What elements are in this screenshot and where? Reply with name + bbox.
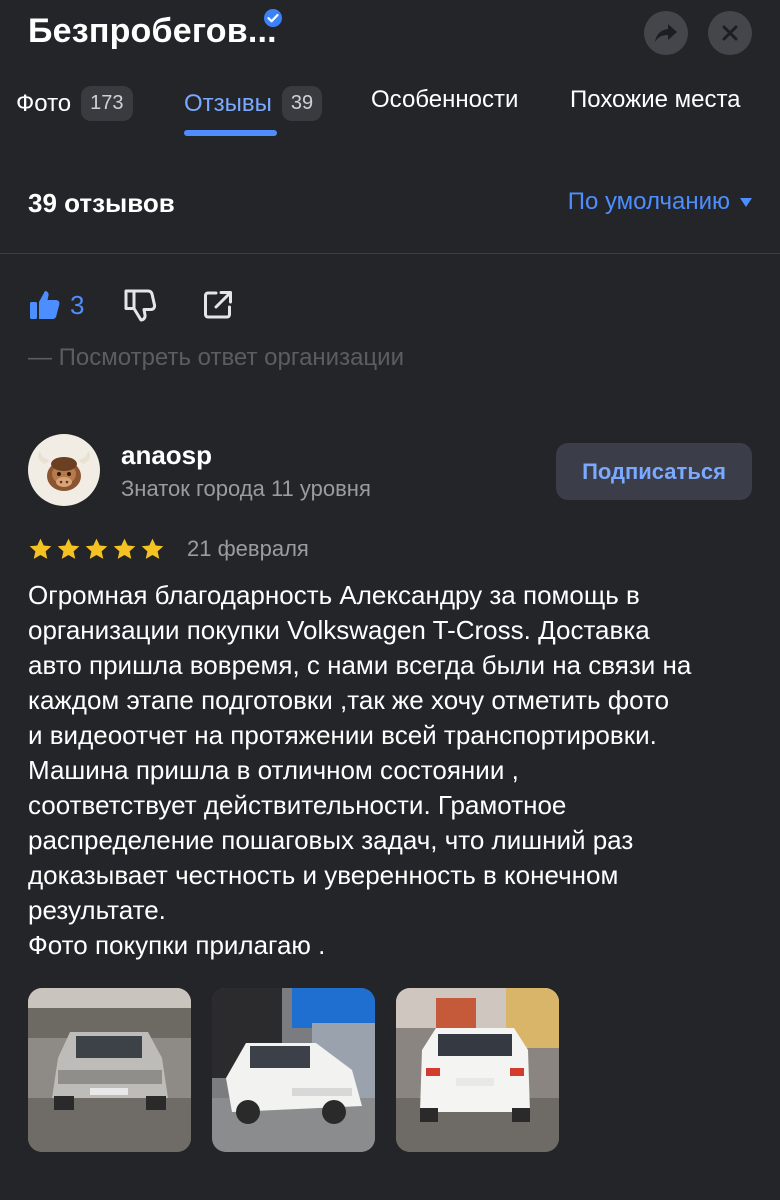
active-tab-indicator [184,130,277,136]
page-title: Безпробегов... [28,9,283,51]
car-photo-1 [28,988,191,1152]
prev-review-actions: 3 [28,280,234,330]
review-date: 21 февраля [187,536,309,561]
tab-count-badge: 173 [81,86,133,121]
tab-bar: Фото 173 Отзывы 39 Особенности Похожие м… [0,82,780,142]
review-photo[interactable] [212,988,375,1152]
avatar[interactable] [28,434,100,506]
subscribe-button[interactable]: Подписаться [556,443,752,500]
sort-label: По умолчанию [567,188,730,215]
like-count: 3 [70,289,85,320]
thumbs-up-icon [30,291,60,319]
car-photo-3 [396,988,559,1152]
review-text-line: результате. [28,895,166,925]
star-rating [28,537,165,562]
star-icon [57,538,80,559]
header: Безпробегов... [0,0,780,70]
tab-photos[interactable]: Фото 173 [16,86,133,121]
star-icon [85,538,108,559]
reviews-count: 39 отзывов [28,188,175,218]
review-text-line: распределение пошаговых задач, что лишни… [28,825,634,855]
close-icon [722,25,738,41]
tab-reviews[interactable]: Отзывы 39 [184,86,323,121]
tab-label: Фото [16,89,72,117]
review-text-line: соответствует действительности. Грамотно… [28,790,567,820]
review-rating: 21 февраля [28,532,309,566]
verified-badge-icon [263,0,283,27]
org-name: Безпробегов... [28,12,277,50]
tab-count-badge: 39 [281,86,323,121]
dislike-button[interactable] [122,287,158,323]
yak-avatar-icon [37,451,91,491]
author-name[interactable]: anaosp [121,440,212,471]
review-photo[interactable] [28,988,191,1152]
share-arrow-icon [655,24,677,42]
external-link-icon [204,291,233,319]
star-icon [113,538,136,559]
review-text: Огромная благодарность Александру за пом… [28,578,758,963]
tab-label: Отзывы [184,89,272,117]
review-text-line: и видеоотчет на протяжении всей транспор… [28,720,657,750]
review-text-line: Машина пришла в отличном состоянии , [28,755,519,785]
review-author: anaosp Знаток города 11 уровня Подписать… [28,434,752,514]
author-level: Знаток города 11 уровня [121,476,371,501]
review-text-line: доказывает честность и уверенность в кон… [28,860,619,890]
share-button[interactable] [644,11,688,55]
review-photo[interactable] [396,988,559,1152]
review-text-line: организации покупки Volkswagen T-Cross. … [28,615,650,645]
org-reply-link[interactable]: — Посмотреть ответ организации [28,344,404,372]
caret-down-icon [740,197,752,207]
thumbs-down-icon [124,289,157,322]
review-text-line: Огромная благодарность Александру за пом… [28,580,640,610]
star-icon [29,538,52,559]
close-button[interactable] [708,11,752,55]
car-photo-2 [212,988,375,1152]
review-photos [28,988,559,1152]
divider [0,253,780,254]
review-text-line: каждом этапе подготовки ,так же хочу отм… [28,685,670,715]
star-icon [141,538,164,559]
review-text-line: авто пришла вовремя, с нами всегда были … [28,650,692,680]
tab-label: Особенности [371,86,519,113]
review-text-line: Фото покупки прилагаю . [28,930,326,960]
tab-features[interactable]: Особенности [371,86,518,114]
share-review-button[interactable] [202,289,234,321]
tab-similar-places[interactable]: Похожие места [570,86,741,114]
reviews-header: 39 отзывов По умолчанию [0,170,780,230]
sort-dropdown[interactable]: По умолчанию [568,188,752,216]
like-button[interactable]: 3 [28,288,122,322]
tab-label: Похожие места [570,86,741,113]
